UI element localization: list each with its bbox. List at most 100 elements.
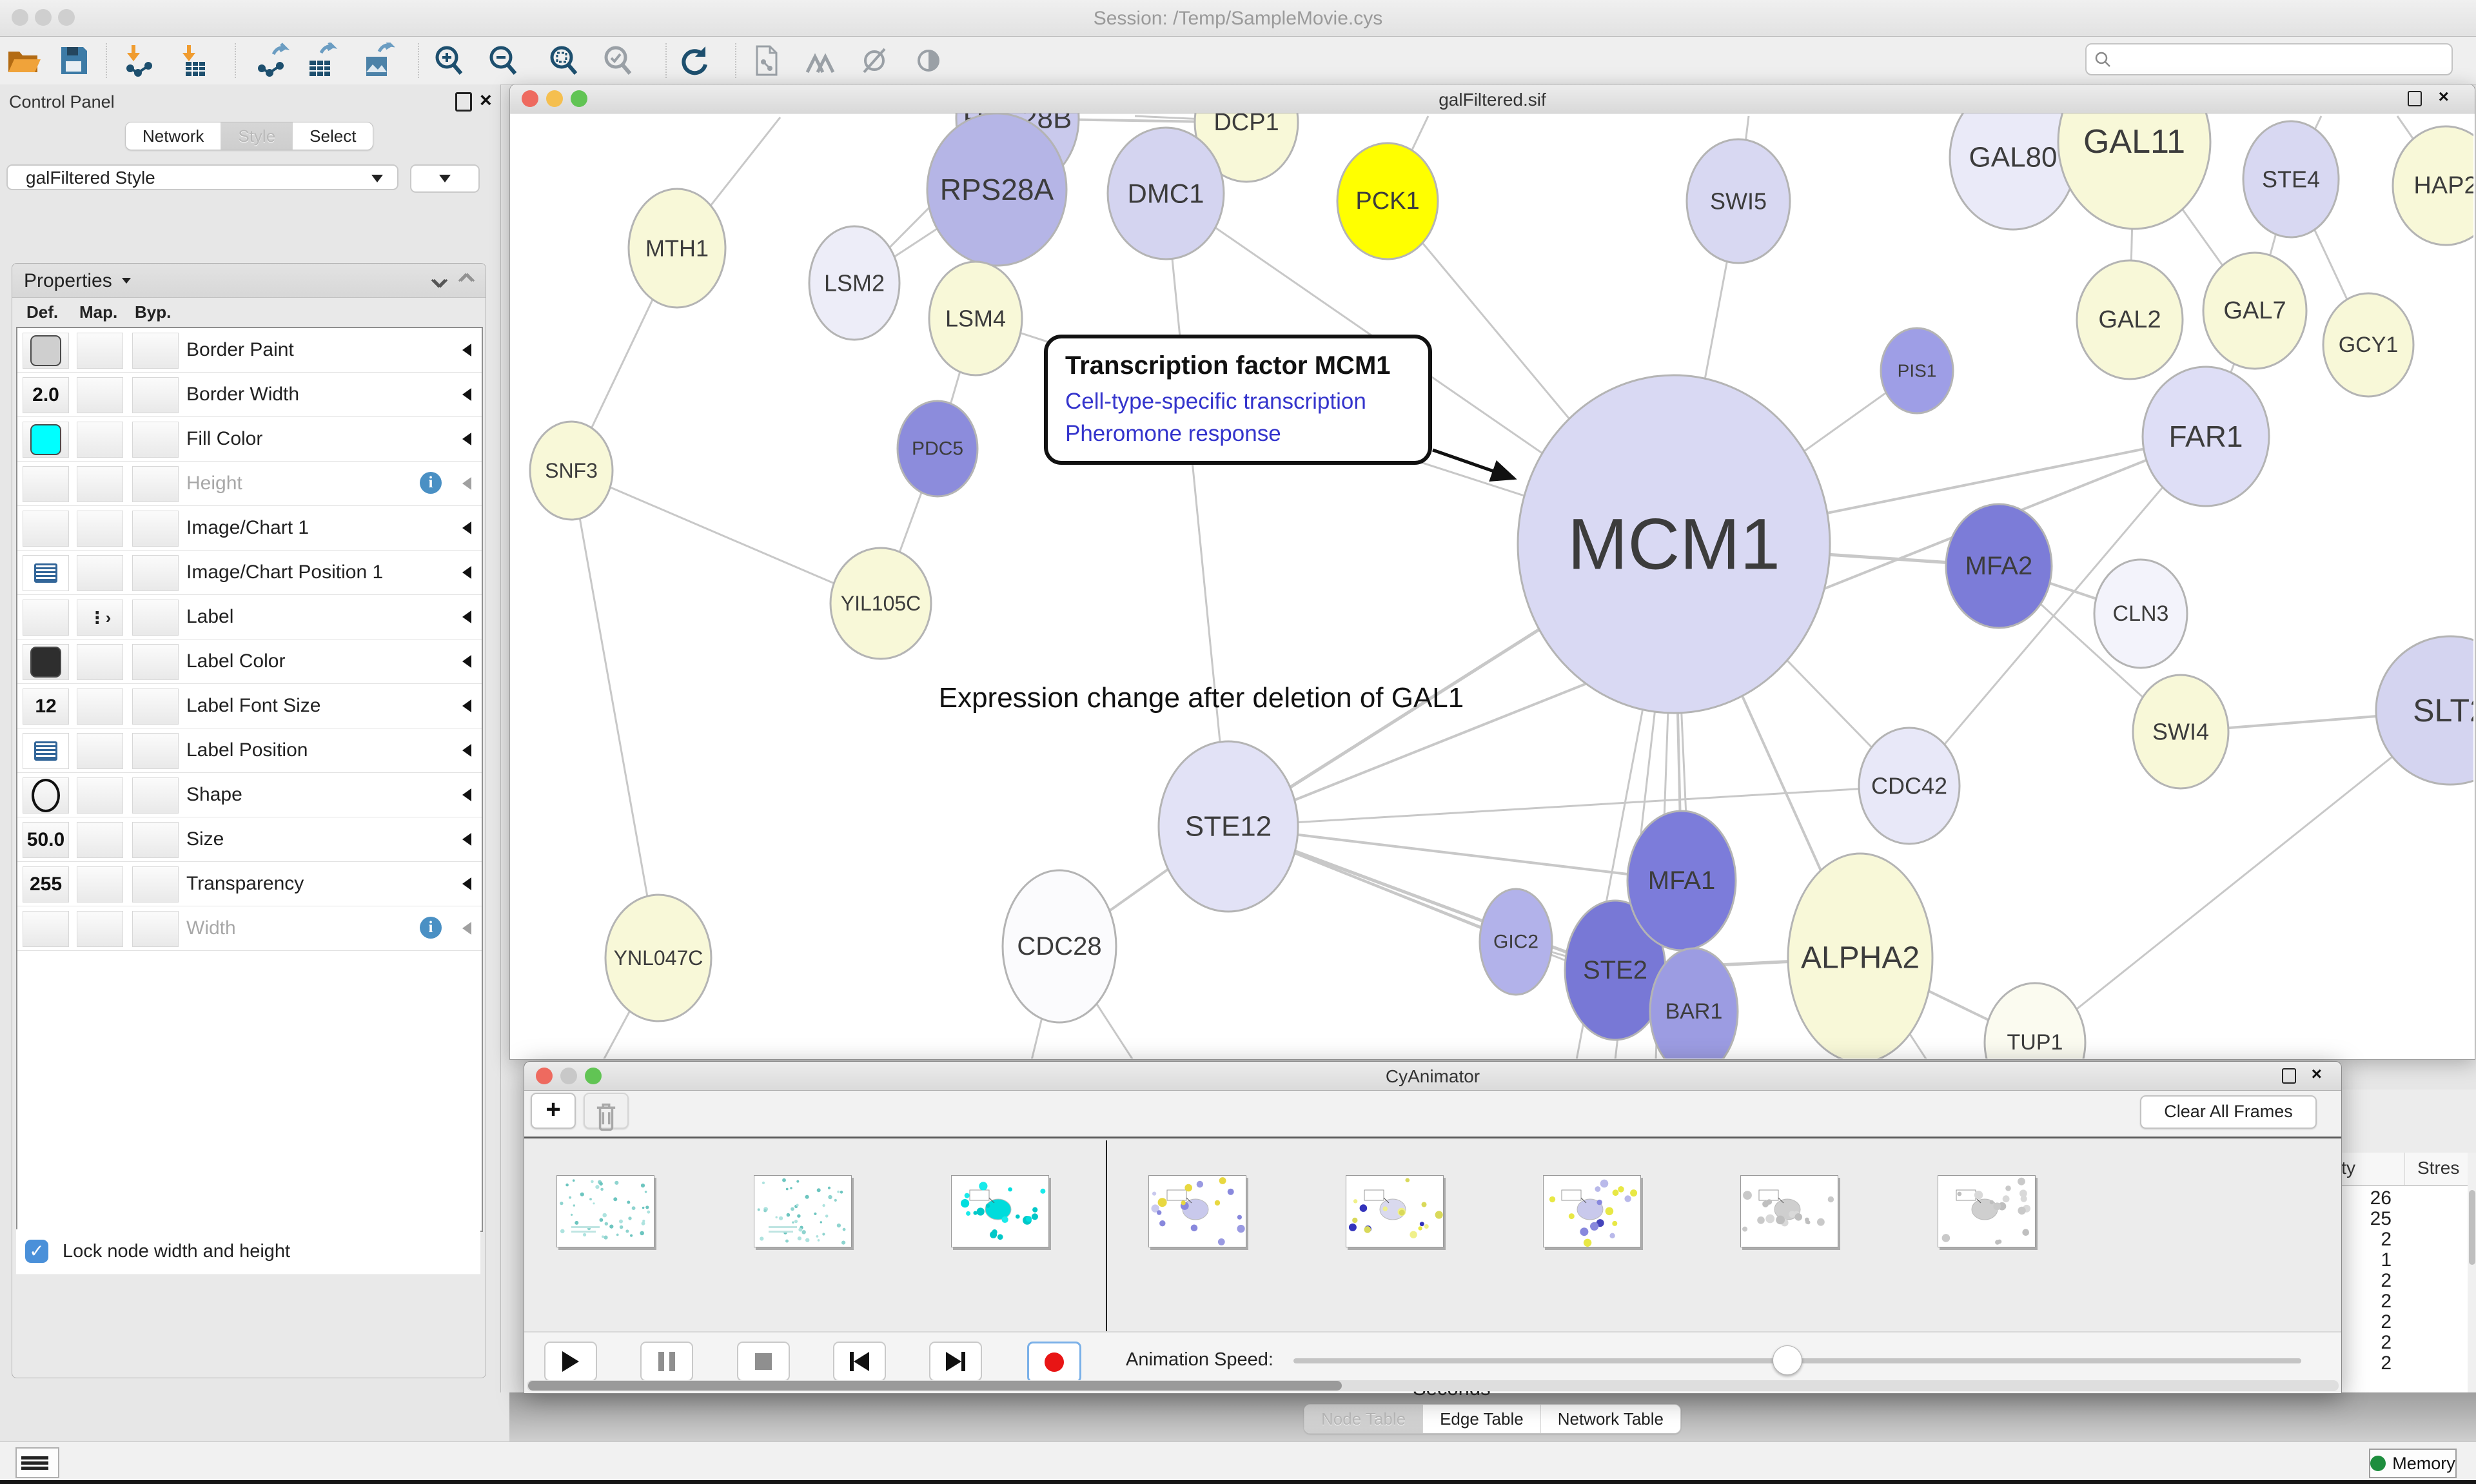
clear-all-frames-button[interactable]: Clear All Frames <box>2140 1095 2317 1129</box>
close-panel-icon[interactable]: × <box>480 88 492 112</box>
bypass-cell[interactable] <box>132 466 179 502</box>
delete-frame-button[interactable] <box>584 1093 629 1129</box>
property-row-border-paint[interactable]: Border Paint <box>17 328 482 373</box>
apply-layout-icon[interactable] <box>676 43 712 79</box>
pause-button[interactable] <box>640 1342 693 1381</box>
tab-edge-table[interactable]: Edge Table <box>1422 1405 1540 1433</box>
network-window-titlebar[interactable]: galFiltered.sif × <box>510 84 2475 113</box>
record-button[interactable] <box>1027 1342 1081 1383</box>
bypass-cell[interactable] <box>132 422 179 458</box>
timeline-playhead[interactable] <box>1106 1140 1107 1338</box>
network-node-ste12[interactable]: STE12 <box>1159 741 1298 912</box>
annotation-box[interactable]: Transcription factor MCM1Cell-type-speci… <box>1046 337 1514 478</box>
network-node-rps28a[interactable]: RPS28A <box>927 113 1066 266</box>
frame-timeline[interactable]: 0123456789 Seconds <box>524 1138 2341 1331</box>
expand-property-icon[interactable] <box>462 833 471 846</box>
network-node-yil105c[interactable]: YIL105C <box>830 548 931 659</box>
tab-style[interactable]: Style <box>221 122 292 150</box>
zoom-out-icon[interactable] <box>485 43 521 79</box>
first-frame-button[interactable] <box>833 1342 886 1381</box>
tab-network-table[interactable]: Network Table <box>1540 1405 1680 1433</box>
property-row-shape[interactable]: Shape <box>17 773 482 817</box>
expand-property-icon[interactable] <box>462 610 471 623</box>
expand-property-icon[interactable] <box>462 699 471 712</box>
mapping-cell[interactable] <box>77 377 123 413</box>
expand-property-icon[interactable] <box>462 655 471 668</box>
export-image-icon[interactable] <box>359 43 395 79</box>
export-table-icon[interactable] <box>302 43 338 79</box>
network-node-swi4[interactable]: SWI4 <box>2133 675 2228 788</box>
float-window-icon[interactable] <box>2408 91 2422 106</box>
stop-button[interactable] <box>737 1342 790 1381</box>
network-edge[interactable] <box>1228 786 1909 826</box>
expand-property-icon[interactable] <box>462 522 471 534</box>
network-node-gal7[interactable]: GAL7 <box>2203 253 2306 369</box>
zoom-in-icon[interactable] <box>431 43 467 79</box>
network-node-ynl047c[interactable]: YNL047C <box>605 895 711 1021</box>
table-cell-value[interactable]: 2 <box>2334 1311 2392 1333</box>
network-node-hap2[interactable]: HAP2 <box>2393 126 2473 245</box>
network-node-gal80[interactable]: GAL80 <box>1950 113 2076 229</box>
network-edge[interactable] <box>2035 710 2450 1042</box>
network-node-pck1[interactable]: PCK1 <box>1337 143 1438 259</box>
default-value-cell[interactable] <box>23 911 69 947</box>
network-node-lsm2[interactable]: LSM2 <box>809 226 899 340</box>
default-value-cell[interactable] <box>23 333 69 369</box>
network-node-alpha2[interactable]: ALPHA2 <box>1788 854 1932 1059</box>
collapse-all-icon[interactable] <box>460 275 473 289</box>
cyanimator-titlebar[interactable]: CyAnimator × <box>524 1062 2341 1091</box>
save-session-icon[interactable] <box>55 43 92 79</box>
network-node-cln3[interactable]: CLN3 <box>2094 560 2187 668</box>
property-row-image-chart-1[interactable]: Image/Chart 1 <box>17 506 482 551</box>
bypass-cell[interactable] <box>132 866 179 903</box>
bypass-cell[interactable] <box>132 377 179 413</box>
table-cell-value[interactable]: 2 <box>2334 1332 2392 1354</box>
network-node-lsm4[interactable]: LSM4 <box>929 262 1022 375</box>
network-node-cdc42[interactable]: CDC42 <box>1859 728 1960 844</box>
expand-property-icon[interactable] <box>462 744 471 757</box>
expand-all-icon[interactable] <box>433 271 446 289</box>
network-canvas[interactable]: RPS28BDCP1RPS28ADMC1PCK1MTH1LSM2LSM4SNF3… <box>511 113 2473 1059</box>
close-view-icon[interactable]: × <box>2439 86 2449 107</box>
network-node-mth1[interactable]: MTH1 <box>629 189 725 308</box>
bypass-cell[interactable] <box>132 644 179 680</box>
add-frame-button[interactable]: + <box>531 1093 576 1129</box>
expand-property-icon[interactable] <box>462 388 471 401</box>
mapping-cell[interactable] <box>77 333 123 369</box>
zoom-selected-icon[interactable] <box>600 43 636 79</box>
mapping-cell[interactable] <box>77 866 123 903</box>
timeline-scrollbar[interactable] <box>527 1380 2339 1391</box>
last-frame-button[interactable] <box>929 1342 982 1381</box>
expand-property-icon[interactable] <box>462 433 471 445</box>
default-value-cell[interactable] <box>23 466 69 502</box>
play-button[interactable] <box>544 1342 597 1381</box>
export-network-icon[interactable] <box>254 43 290 79</box>
speed-slider-thumb[interactable] <box>1773 1345 1802 1375</box>
default-value-cell[interactable]: 255 <box>23 866 69 903</box>
network-node-ste4[interactable]: STE4 <box>2243 121 2339 237</box>
bypass-cell[interactable] <box>132 333 179 369</box>
import-table-icon[interactable] <box>175 43 211 79</box>
property-row-label[interactable]: ⋮›Label <box>17 595 482 639</box>
network-caption[interactable]: Expression change after deletion of GAL1 <box>939 682 1464 714</box>
network-node-mfa1[interactable]: MFA1 <box>1627 811 1736 950</box>
show-panels-button[interactable] <box>15 1447 59 1478</box>
network-edge[interactable] <box>571 471 658 958</box>
table-cell-value[interactable]: 1 <box>2334 1249 2392 1271</box>
mapping-cell[interactable] <box>77 822 123 858</box>
expand-property-icon[interactable] <box>462 344 471 356</box>
default-value-cell[interactable] <box>23 422 69 458</box>
network-node-gcy1[interactable]: GCY1 <box>2323 293 2413 396</box>
property-row-label-color[interactable]: Label Color <box>17 639 482 684</box>
default-value-cell[interactable] <box>23 777 69 814</box>
mapping-cell[interactable] <box>77 555 123 591</box>
tab-select[interactable]: Select <box>292 122 373 150</box>
properties-header[interactable]: Properties <box>12 264 486 298</box>
network-node-cdc28[interactable]: CDC28 <box>1003 870 1116 1022</box>
table-cell-value[interactable]: 25 <box>2334 1208 2392 1230</box>
hide-selected-icon[interactable] <box>856 43 892 79</box>
mapping-cell[interactable]: ⋮› <box>77 600 123 636</box>
network-node-mfa2[interactable]: MFA2 <box>1946 504 2052 628</box>
network-node-bar1[interactable]: BAR1 <box>1650 948 1738 1059</box>
network-node-slt2[interactable]: SLT2 <box>2376 636 2473 785</box>
